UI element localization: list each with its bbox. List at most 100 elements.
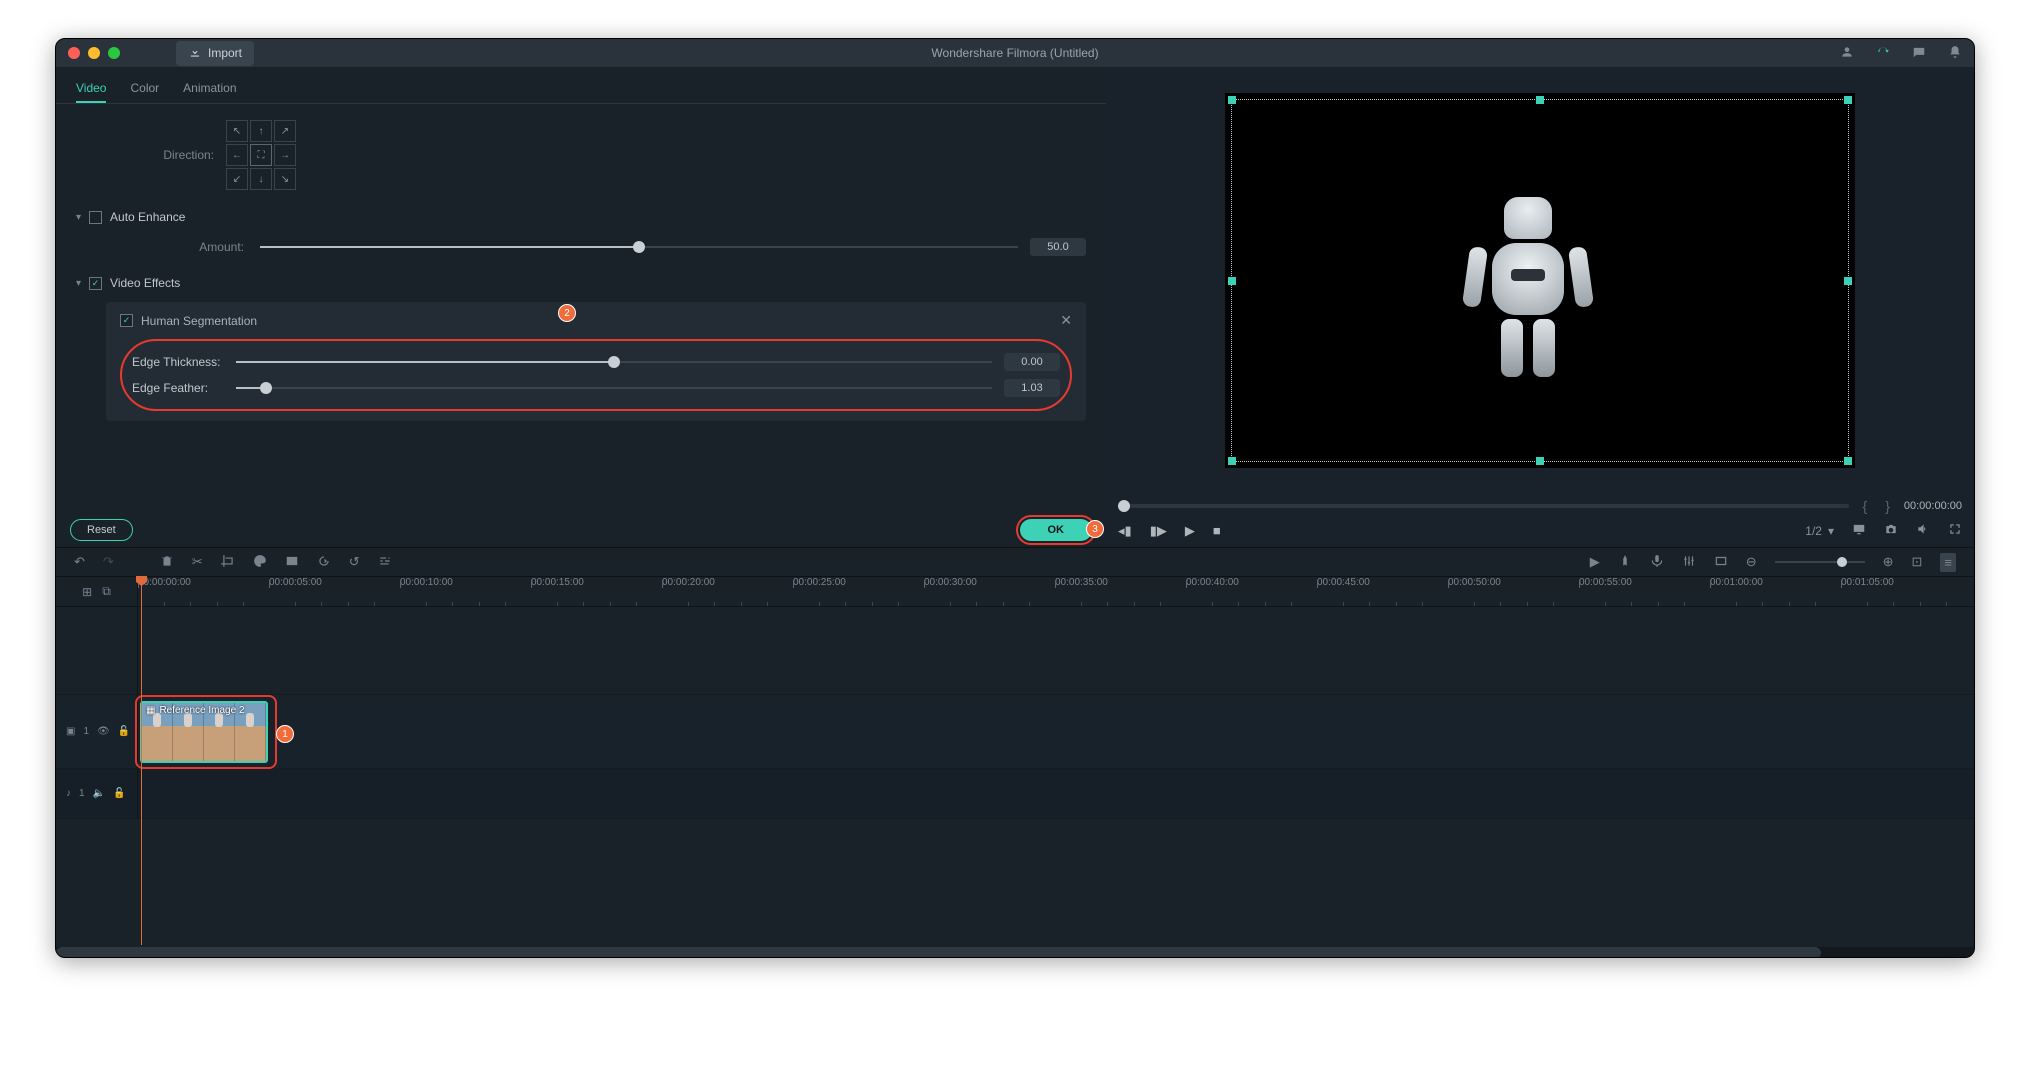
- close-window-button[interactable]: [68, 47, 80, 59]
- edge-thickness-value[interactable]: 0.00: [1004, 353, 1060, 371]
- account-icon[interactable]: [1840, 45, 1854, 62]
- link-icon[interactable]: ⧉: [102, 584, 111, 599]
- mic-icon[interactable]: [1650, 554, 1664, 571]
- playhead[interactable]: [141, 577, 142, 945]
- edge-feather-row: Edge Feather: 1.03: [132, 379, 1060, 397]
- edge-feather-slider[interactable]: [232, 387, 996, 389]
- zoom-in-icon[interactable]: ⊕: [1883, 554, 1894, 570]
- ok-button[interactable]: OK: [1020, 519, 1093, 541]
- direction-w[interactable]: ←: [226, 144, 248, 166]
- aspect-icon[interactable]: [1714, 554, 1728, 571]
- resize-handle-n[interactable]: [1536, 96, 1544, 104]
- import-button[interactable]: Import: [176, 41, 254, 66]
- edge-thickness-slider[interactable]: [232, 361, 996, 363]
- tab-color[interactable]: Color: [130, 75, 159, 103]
- resize-handle-nw[interactable]: [1228, 96, 1236, 104]
- reverse-icon[interactable]: ↺: [349, 554, 360, 570]
- resize-handle-w[interactable]: [1228, 277, 1236, 285]
- timeline-clip[interactable]: ▦ Reference Image 2: [140, 701, 268, 763]
- color-icon[interactable]: [253, 554, 267, 571]
- timeline-ruler[interactable]: ⊞ ⧉ 00:00:00:0000:00:05:0000:00:10:0000:…: [56, 577, 1974, 607]
- zoom-fit-icon[interactable]: ⊡: [1912, 554, 1923, 570]
- direction-se[interactable]: ↘: [274, 168, 296, 190]
- preview-canvas[interactable]: [1225, 93, 1855, 468]
- delete-icon[interactable]: [160, 554, 174, 571]
- video-effects-header[interactable]: ▾ Video Effects: [76, 270, 1086, 296]
- direction-ne[interactable]: ↗: [274, 120, 296, 142]
- ok-button-wrap: OK 3: [1020, 519, 1093, 541]
- close-icon[interactable]: ✕: [1060, 312, 1072, 329]
- direction-s[interactable]: ↓: [250, 168, 272, 190]
- speed-icon[interactable]: [317, 554, 331, 571]
- view-mode-icon[interactable]: ≡: [1940, 553, 1956, 572]
- play-button[interactable]: ▶: [1185, 523, 1195, 539]
- amount-label: Amount:: [136, 240, 256, 254]
- edge-thickness-label: Edge Thickness:: [132, 355, 232, 369]
- frame-back-button[interactable]: ▮▶: [1150, 523, 1167, 539]
- notification-icon[interactable]: [1948, 45, 1962, 62]
- reset-button[interactable]: Reset: [70, 519, 133, 541]
- video-lane[interactable]: ▦ Reference Image 2 1: [138, 695, 1974, 768]
- undo-icon[interactable]: ↶: [74, 554, 85, 570]
- cut-icon[interactable]: ✂: [192, 554, 203, 570]
- direction-n[interactable]: ↑: [250, 120, 272, 142]
- tab-video[interactable]: Video: [76, 75, 106, 103]
- amount-slider[interactable]: [256, 246, 1022, 248]
- audio-track-icon: ♪: [66, 788, 71, 799]
- video-effects-section: ▾ Video Effects Human Segmentation ✕ 2: [106, 270, 1086, 421]
- scrollbar-thumb[interactable]: [56, 947, 1821, 958]
- mark-in-icon[interactable]: {: [1859, 498, 1872, 514]
- ruler-body[interactable]: 00:00:00:0000:00:05:0000:00:10:0000:00:1…: [138, 577, 1974, 606]
- step-back-button[interactable]: ◂▮: [1118, 523, 1132, 539]
- direction-center[interactable]: ⛶: [250, 144, 272, 166]
- display-icon[interactable]: [1852, 522, 1866, 539]
- tab-animation[interactable]: Animation: [183, 75, 236, 103]
- video-track-icon: ▣: [66, 726, 75, 737]
- edge-feather-value[interactable]: 1.03: [1004, 379, 1060, 397]
- auto-enhance-checkbox[interactable]: [89, 211, 102, 224]
- direction-e[interactable]: →: [274, 144, 296, 166]
- redo-icon[interactable]: ↷: [103, 554, 114, 570]
- fullscreen-icon[interactable]: [1948, 522, 1962, 539]
- auto-enhance-header[interactable]: ▾ Auto Enhance: [76, 204, 1086, 230]
- mute-icon[interactable]: 🔈: [93, 788, 105, 799]
- adjust-icon[interactable]: [378, 554, 392, 571]
- amount-value[interactable]: 50.0: [1030, 238, 1086, 256]
- zoom-out-icon[interactable]: ⊖: [1746, 554, 1757, 570]
- video-effects-checkbox[interactable]: [89, 277, 102, 290]
- preview-zoom-select[interactable]: 1/2▾: [1805, 524, 1834, 538]
- lock-icon[interactable]: 🔓: [118, 726, 130, 737]
- render-icon[interactable]: ▶: [1590, 554, 1600, 570]
- import-icon: [188, 45, 202, 62]
- crop-icon[interactable]: [221, 554, 235, 571]
- resize-handle-ne[interactable]: [1844, 96, 1852, 104]
- track-add-icon[interactable]: ⊞: [82, 585, 92, 599]
- lock-icon[interactable]: 🔓: [113, 788, 125, 799]
- direction-sw[interactable]: ↙: [226, 168, 248, 190]
- maximize-window-button[interactable]: [108, 47, 120, 59]
- annotation-badge-3: 3: [1086, 520, 1104, 538]
- audio-lane[interactable]: [138, 769, 1974, 818]
- timeline-tracks: ▣ 1 👁 🔓 ▦ Reference Image 2 1: [56, 607, 1974, 945]
- timeline-zoom-slider[interactable]: [1775, 561, 1865, 563]
- scrub-track[interactable]: [1118, 504, 1849, 508]
- resize-handle-se[interactable]: [1844, 457, 1852, 465]
- volume-icon[interactable]: [1916, 522, 1930, 539]
- minimize-window-button[interactable]: [88, 47, 100, 59]
- scrub-thumb[interactable]: [1118, 500, 1130, 512]
- sync-icon[interactable]: [1876, 45, 1890, 62]
- resize-handle-s[interactable]: [1536, 457, 1544, 465]
- direction-nw[interactable]: ↖: [226, 120, 248, 142]
- human-seg-checkbox[interactable]: [120, 314, 133, 327]
- mark-out-icon[interactable]: }: [1881, 498, 1894, 514]
- snapshot-icon[interactable]: [1884, 522, 1898, 539]
- resize-handle-e[interactable]: [1844, 277, 1852, 285]
- visibility-icon[interactable]: 👁: [97, 726, 110, 737]
- resize-handle-sw[interactable]: [1228, 457, 1236, 465]
- message-icon[interactable]: [1912, 45, 1926, 62]
- timeline-scrollbar[interactable]: [56, 947, 1974, 958]
- subtitle-icon[interactable]: [285, 554, 299, 571]
- stop-button[interactable]: ■: [1213, 523, 1221, 538]
- marker-icon[interactable]: [1618, 554, 1632, 571]
- mixer-icon[interactable]: [1682, 554, 1696, 571]
